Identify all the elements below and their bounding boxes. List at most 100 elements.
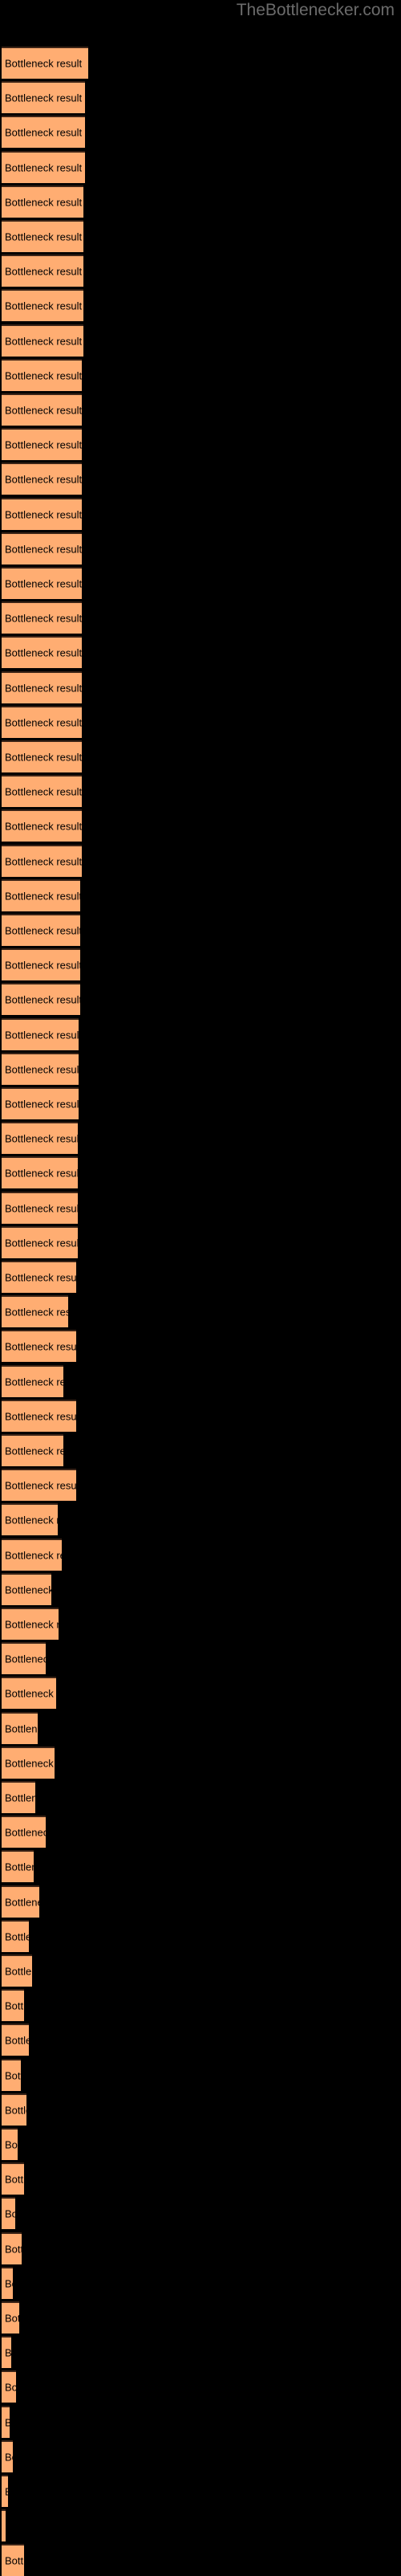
bottleneck-result-bar[interactable]: Bottleneck result [2, 1122, 78, 1155]
bottleneck-result-bar[interactable]: Bottleneck result [2, 2162, 24, 2195]
bottleneck-result-bar[interactable]: Bottleneck result [2, 948, 80, 981]
bottleneck-result-bar[interactable]: Bottleneck result [2, 2439, 13, 2472]
bottleneck-result-bar[interactable]: Bottleneck result [2, 2544, 24, 2576]
bar-label: Bottleneck result [5, 1098, 79, 1111]
bottleneck-result-bar[interactable]: Bottleneck result [2, 1156, 78, 1189]
bottleneck-result-bar[interactable]: Bottleneck result [2, 1816, 46, 1848]
bottleneck-result-bar[interactable]: Bottleneck result [2, 670, 82, 703]
bar-row: Bottleneck result [0, 809, 401, 842]
bottleneck-result-bar[interactable]: Bottleneck result [2, 878, 80, 911]
bottleneck-result-bar[interactable]: Bottleneck result [2, 1885, 39, 1918]
bottleneck-result-bar[interactable]: Bottleneck result [2, 1503, 58, 1536]
bottleneck-results-chart: Bottleneck result Bottleneck result Bottle… [0, 0, 401, 2576]
bottleneck-result-bar[interactable]: Bottleneck result [2, 567, 82, 599]
bottleneck-result-bar[interactable]: Bottleneck result [2, 497, 82, 530]
bottleneck-result-bar[interactable]: Bottleneck result [2, 1330, 76, 1363]
bar-label: Bottleneck result [5, 2451, 13, 2464]
bottleneck-result-bar[interactable]: Bottleneck result [2, 81, 85, 114]
bar-label: Bottleneck result [5, 1618, 59, 1631]
bottleneck-result-bar[interactable]: Bottleneck result [2, 2405, 10, 2438]
bar-label: Bottleneck result [5, 1653, 46, 1665]
bottleneck-result-bar[interactable]: Bottleneck result [2, 428, 82, 461]
bottleneck-result-bar[interactable]: Bottleneck result [2, 705, 82, 738]
bottleneck-result-bar[interactable]: Bottleneck result [2, 532, 82, 565]
bottleneck-result-bar[interactable]: Bottleneck result [2, 2475, 8, 2507]
bottleneck-result-bar[interactable]: Bottleneck result [2, 775, 82, 808]
bottleneck-result-bar[interactable]: Bottleneck result [2, 358, 82, 391]
bar-label: Bottleneck result [5, 404, 82, 417]
bottleneck-result-bar[interactable]: Bottleneck result [2, 324, 83, 357]
bottleneck-result-bar[interactable]: Bottleneck result [2, 2336, 11, 2369]
bottleneck-result-bar[interactable]: Bottleneck result [2, 2197, 15, 2230]
bottleneck-result-bar[interactable]: Bottleneck result [2, 1399, 76, 1432]
bottleneck-result-bar[interactable]: Bottleneck result [2, 1261, 76, 1293]
bar-row: Bottleneck result [0, 324, 401, 357]
bottleneck-result-bar[interactable]: Bottleneck result [2, 1017, 79, 1050]
bar-label: Bottleneck result [5, 196, 83, 209]
bottleneck-result-bar[interactable]: Bottleneck result [2, 1364, 63, 1397]
bottleneck-result-bar[interactable]: Bottleneck result [2, 220, 83, 252]
bottleneck-result-bar[interactable]: Bottleneck result [2, 2509, 6, 2542]
bar-label: Bottleneck result [5, 1306, 68, 1319]
bottleneck-result-bar[interactable]: Bottleneck result [2, 983, 80, 1016]
bar-label: Bottleneck result [5, 1410, 76, 1423]
bottleneck-result-bar[interactable]: Bottleneck result [2, 2058, 21, 2091]
bottleneck-result-bar[interactable]: Bottleneck result [2, 1052, 79, 1085]
bottleneck-result-bar[interactable]: Bottleneck result [2, 601, 82, 634]
bottleneck-result-bar[interactable]: Bottleneck result [2, 2093, 26, 2126]
bottleneck-result-bar[interactable]: Bottleneck result [2, 255, 83, 287]
bar-label: Bottleneck result [5, 161, 83, 174]
bottleneck-result-bar[interactable]: Bottleneck result [2, 1469, 76, 1502]
bottleneck-result-bar[interactable]: Bottleneck result [2, 809, 82, 842]
bottleneck-result-bar[interactable]: Bottleneck result [2, 1919, 29, 1952]
bottleneck-result-bar[interactable]: Bottleneck result [2, 844, 82, 877]
bottleneck-result-bar[interactable]: Bottleneck result [2, 1850, 34, 1883]
bar-row: Bottleneck result [0, 636, 401, 669]
bottleneck-result-bar[interactable]: Bottleneck result [2, 740, 82, 772]
bottleneck-result-bar[interactable]: Bottleneck result [2, 2024, 29, 2056]
bar-row: Bottleneck result [0, 1608, 401, 1640]
bottleneck-result-bar[interactable]: Bottleneck result [2, 1989, 24, 2022]
bar-label: Bottleneck result [5, 1271, 76, 1284]
bottleneck-result-bar[interactable]: Bottleneck result [2, 1538, 62, 1571]
bottleneck-result-bar[interactable]: Bottleneck result [2, 1746, 55, 1779]
bottleneck-result-bar[interactable]: Bottleneck result [2, 393, 82, 426]
bottleneck-result-bar[interactable]: Bottleneck result [2, 185, 83, 218]
bar-row: Bottleneck result [0, 844, 401, 877]
bottleneck-result-bar[interactable]: Bottleneck result [2, 1954, 32, 1987]
bottleneck-result-bar[interactable]: Bottleneck result [2, 150, 85, 183]
bottleneck-result-bar[interactable]: Bottleneck result [2, 47, 88, 79]
bottleneck-result-bar[interactable]: Bottleneck result [2, 2232, 22, 2264]
bottleneck-result-bar[interactable]: Bottleneck result [2, 1642, 46, 1675]
bottleneck-result-bar[interactable]: Bottleneck result [2, 914, 80, 946]
bottleneck-result-bar[interactable]: Bottleneck result [2, 2128, 18, 2160]
bar-label: Bottleneck result [5, 993, 80, 1006]
bottleneck-result-bar[interactable]: Bottleneck result [2, 1711, 38, 1744]
bar-row: Bottleneck result [0, 775, 401, 808]
bottleneck-result-bar[interactable]: Bottleneck result [2, 1295, 68, 1328]
bottleneck-result-bar[interactable]: Bottleneck result [2, 1087, 79, 1119]
bottleneck-result-bar[interactable]: Bottleneck result [2, 2370, 16, 2403]
bottleneck-result-bar[interactable]: Bottleneck result [2, 636, 82, 669]
bottleneck-result-bar[interactable]: Bottleneck result [2, 1677, 56, 1710]
bar-row: Bottleneck result [0, 116, 401, 149]
bar-label: Bottleneck result [5, 2312, 19, 2325]
bar-row: Bottleneck result [0, 47, 401, 79]
bottleneck-result-bar[interactable]: Bottleneck result [2, 2301, 19, 2333]
bottleneck-result-bar[interactable]: Bottleneck result [2, 289, 83, 322]
bottleneck-result-bar[interactable]: Bottleneck result [2, 1608, 59, 1640]
bar-row: Bottleneck result [0, 567, 401, 599]
bar-row: Bottleneck result [0, 1399, 401, 1432]
bottleneck-result-bar[interactable]: Bottleneck result [2, 1572, 51, 1605]
bottleneck-result-bar[interactable]: Bottleneck result [2, 116, 85, 149]
bottleneck-result-bar[interactable]: Bottleneck result [2, 463, 82, 495]
bottleneck-result-bar[interactable]: Bottleneck result [2, 1434, 63, 1466]
bar-label: Bottleneck result [5, 265, 83, 278]
bottleneck-result-bar[interactable]: Bottleneck result [2, 1191, 78, 1224]
bottleneck-result-bar[interactable]: Bottleneck result [2, 1781, 35, 1813]
bar-label: Bottleneck result [5, 335, 83, 348]
bottleneck-result-bar[interactable]: Bottleneck result [2, 2266, 13, 2299]
bar-label: Bottleneck result [5, 1999, 24, 2012]
bottleneck-result-bar[interactable]: Bottleneck result [2, 1225, 78, 1258]
bar-row: Bottleneck result [0, 1850, 401, 1883]
